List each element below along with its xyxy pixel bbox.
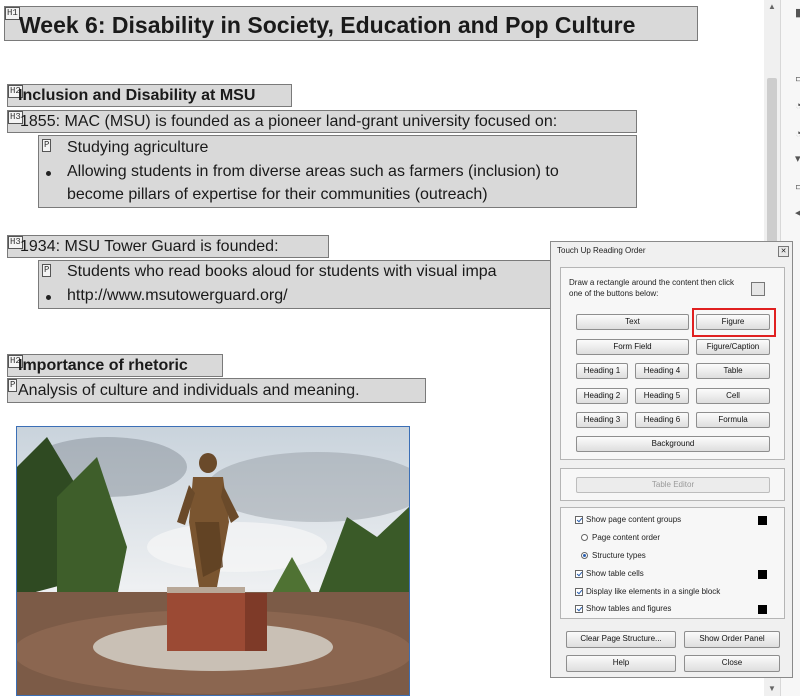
- heading-2-button[interactable]: Heading 2: [576, 388, 628, 404]
- p-tag: P: [42, 139, 52, 152]
- select-region-icon[interactable]: [751, 282, 765, 296]
- touch-up-reading-order-dialog: Touch Up Reading Order ✕ Draw a rectangl…: [550, 241, 793, 678]
- show-cells-checkbox[interactable]: [575, 570, 583, 578]
- list-block-1855[interactable]: P Studying agriculture Allowing students…: [38, 135, 637, 208]
- close-button[interactable]: Close: [684, 655, 780, 672]
- cell-button[interactable]: Cell: [696, 388, 770, 404]
- clear-page-structure-button[interactable]: Clear Page Structure...: [566, 631, 676, 648]
- form-field-button[interactable]: Form Field: [576, 339, 689, 355]
- bullet: [46, 295, 51, 300]
- tables-color-swatch[interactable]: [758, 605, 767, 614]
- statue-photo: [17, 427, 409, 695]
- background-button[interactable]: Background: [576, 436, 770, 452]
- bullet: [46, 171, 51, 176]
- page-title: Week 6: Disability in Society, Education…: [19, 12, 636, 38]
- panel-icon[interactable]: ▭: [795, 180, 800, 193]
- structure-types-label: Structure types: [592, 551, 646, 560]
- heading-3-button[interactable]: Heading 3: [576, 412, 628, 428]
- page-order-radio[interactable]: [581, 534, 588, 541]
- table-button[interactable]: Table: [696, 363, 770, 379]
- heading-1855: 1855: MAC (MSU) is founded as a pioneer …: [20, 113, 558, 130]
- table-editor-button[interactable]: Table Editor: [576, 477, 770, 493]
- groups-color-swatch[interactable]: [758, 516, 767, 525]
- figure-button-highlight: [692, 308, 776, 337]
- show-order-panel-button[interactable]: Show Order Panel: [684, 631, 780, 648]
- show-tables-label: Show tables and figures: [586, 604, 672, 613]
- heading-4-button[interactable]: Heading 4: [635, 363, 689, 379]
- panel-icon[interactable]: ▭: [795, 72, 800, 85]
- h1-tag: H1: [5, 7, 20, 20]
- p-tag: P: [42, 264, 52, 277]
- display-like-checkbox[interactable]: [575, 588, 583, 596]
- p-block-analysis[interactable]: P Analysis of culture and individuals an…: [7, 378, 426, 403]
- close-icon[interactable]: ✕: [778, 246, 789, 257]
- instruction-line-1: Draw a rectangle around the content then…: [569, 278, 734, 287]
- panel-icon[interactable]: ◔: [795, 100, 800, 112]
- heading-6-button[interactable]: Heading 6: [635, 412, 689, 428]
- spartan-statue-figure[interactable]: [16, 426, 410, 696]
- panel-icon[interactable]: ▾: [795, 152, 800, 165]
- show-groups-checkbox[interactable]: [575, 516, 583, 524]
- heading-1934: 1934: MSU Tower Guard is founded:: [20, 238, 279, 255]
- list-item: Allowing students in from diverse areas …: [67, 163, 559, 180]
- show-groups-label: Show page content groups: [586, 515, 682, 524]
- tower-guard-link[interactable]: http://www.msutowerguard.org/: [67, 287, 288, 305]
- list-item: Students who read books aloud for studen…: [67, 263, 497, 280]
- table-editor-panel: Table Editor: [560, 468, 785, 501]
- p-tag: P: [8, 379, 18, 392]
- cells-color-swatch[interactable]: [758, 570, 767, 579]
- heading-5-button[interactable]: Heading 5: [635, 388, 689, 404]
- panel-icon[interactable]: ◔: [795, 128, 800, 140]
- scroll-down-icon[interactable]: ▼: [767, 684, 777, 694]
- show-tables-checkbox[interactable]: [575, 605, 583, 613]
- help-button[interactable]: Help: [566, 655, 676, 672]
- options-panel: Show page content groups Page content or…: [560, 507, 785, 619]
- h1-block[interactable]: H1 Week 6: Disability in Society, Educat…: [4, 6, 698, 41]
- display-like-label: Display like elements in a single block: [586, 587, 721, 596]
- panel-icon[interactable]: ◂: [795, 206, 800, 219]
- structure-types-radio[interactable]: [581, 552, 588, 559]
- show-cells-label: Show table cells: [586, 569, 644, 578]
- buttons-panel: Draw a rectangle around the content then…: [560, 267, 785, 460]
- page-order-label: Page content order: [592, 533, 661, 542]
- h2-block-rhetoric[interactable]: H2 Importance of rhetoric: [7, 354, 223, 377]
- scroll-up-icon[interactable]: ▲: [767, 2, 777, 12]
- list-item-continuation: become pillars of expertise for their co…: [67, 186, 488, 203]
- figure-caption-button[interactable]: Figure/Caption: [696, 339, 770, 355]
- heading-inclusion: Inclusion and Disability at MSU: [18, 87, 256, 104]
- h2-block-inclusion[interactable]: H2 Inclusion and Disability at MSU: [7, 84, 292, 107]
- text-button[interactable]: Text: [576, 314, 689, 330]
- formula-button[interactable]: Formula: [696, 412, 770, 428]
- h3-block-1855[interactable]: H3 1855: MAC (MSU) is founded as a pione…: [7, 110, 637, 133]
- h3-block-1934[interactable]: H3 1934: MSU Tower Guard is founded:: [7, 235, 329, 258]
- list-item: Studying agriculture: [67, 139, 209, 156]
- dialog-title: Touch Up Reading Order: [557, 246, 646, 255]
- heading-rhetoric: Importance of rhetoric: [18, 357, 188, 374]
- instruction-line-2: one of the buttons below:: [569, 289, 659, 298]
- panel-icon[interactable]: ▮: [795, 6, 800, 19]
- heading-1-button[interactable]: Heading 1: [576, 363, 628, 379]
- paragraph-analysis: Analysis of culture and individuals and …: [18, 382, 360, 399]
- list-block-1934[interactable]: P Students who read books aloud for stud…: [38, 260, 554, 309]
